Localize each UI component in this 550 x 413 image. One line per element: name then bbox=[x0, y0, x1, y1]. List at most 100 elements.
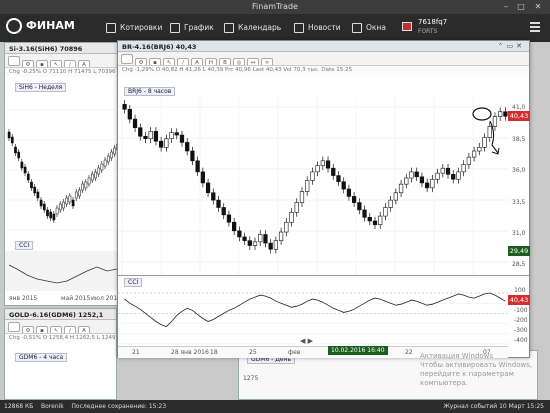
minimize-icon[interactable]: – bbox=[500, 1, 512, 12]
candle bbox=[372, 216, 378, 229]
si-candle bbox=[84, 179, 88, 191]
nav-quotes-label: Котировки bbox=[120, 23, 163, 32]
indicators-icon[interactable]: ▪ bbox=[36, 60, 48, 67]
pane-divider[interactable] bbox=[118, 275, 531, 276]
drawing-icon[interactable]: / bbox=[177, 58, 189, 65]
account-id: 7618fq7 bbox=[418, 18, 448, 26]
settings-icon[interactable]: ⚙ bbox=[135, 58, 147, 65]
new-chart-icon[interactable] bbox=[8, 56, 20, 66]
compare-icon[interactable]: B bbox=[219, 58, 231, 65]
candle bbox=[378, 211, 383, 229]
nav-quotes[interactable]: Котировки bbox=[106, 14, 162, 42]
si-cci-chart bbox=[5, 251, 121, 291]
si-candle bbox=[110, 149, 113, 161]
chart-icon bbox=[170, 23, 180, 33]
candle bbox=[148, 127, 153, 144]
text-icon[interactable]: A bbox=[78, 326, 90, 333]
candle bbox=[200, 167, 205, 188]
link-icon[interactable]: ∞ bbox=[261, 58, 273, 65]
watermark-line-2: Чтобы активировать Windows, перейдите к … bbox=[420, 361, 533, 387]
si-x-label-1: май 2015 bbox=[61, 295, 91, 302]
si-candle bbox=[55, 205, 59, 217]
event-log-and-time[interactable]: Журнал событий 10 Март 15:25 bbox=[443, 400, 544, 413]
nav-calendar[interactable]: Календарь bbox=[224, 14, 281, 42]
cursor-icon[interactable]: ↖ bbox=[50, 326, 62, 333]
drawing-icon[interactable]: / bbox=[64, 60, 76, 67]
cursor-icon[interactable]: ↖ bbox=[163, 58, 175, 65]
candle bbox=[461, 160, 466, 177]
si-candle bbox=[90, 171, 94, 183]
si-candle bbox=[17, 149, 21, 161]
si-panel-title: Si-3.16(SiH6) 70896 bbox=[5, 43, 121, 54]
gold-series-tag[interactable]: GDM6 - 4 часа bbox=[15, 353, 68, 362]
si-series-tag[interactable]: SiH6 - Неделя bbox=[15, 83, 67, 92]
candle bbox=[247, 236, 252, 250]
nav-calendar-label: Календарь bbox=[238, 23, 282, 32]
account-selector[interactable]: 7618fq7 FORTS bbox=[418, 18, 447, 36]
date-axis-label: 28 янв 2016 bbox=[171, 349, 209, 356]
nav-windows[interactable]: Окна bbox=[352, 14, 386, 42]
si-candle bbox=[87, 175, 91, 187]
target-icon[interactable]: ◎ bbox=[233, 58, 245, 65]
brent-series-tag[interactable]: BRJ6 - 8 часов bbox=[124, 87, 176, 96]
candle bbox=[221, 203, 226, 220]
indicators-icon[interactable]: ▪ bbox=[149, 58, 161, 65]
cursor-icon[interactable]: ↖ bbox=[50, 60, 62, 67]
candle bbox=[430, 174, 435, 193]
nav-chart[interactable]: График bbox=[170, 14, 214, 42]
finam-logo: ФИНАМ bbox=[6, 18, 96, 38]
si-candle bbox=[42, 201, 46, 213]
candle bbox=[278, 227, 284, 245]
window-controls[interactable]: ⌃▭✕ bbox=[498, 42, 525, 50]
candle bbox=[179, 130, 185, 147]
crosshair-date-label: 10.02.2016 16:40 bbox=[328, 346, 388, 355]
candle bbox=[216, 195, 221, 212]
maximize-icon[interactable]: □ bbox=[515, 1, 527, 12]
cci-indicator-tag[interactable]: CCI bbox=[124, 278, 143, 287]
template-icon[interactable]: H bbox=[205, 58, 217, 65]
candle bbox=[341, 177, 346, 194]
candle bbox=[404, 173, 409, 189]
briefcase-icon bbox=[402, 22, 412, 31]
date-axis-label: 18 bbox=[210, 349, 218, 356]
zoom-fit-icon[interactable]: ↔ bbox=[247, 58, 259, 65]
news-icon bbox=[294, 23, 304, 33]
candle bbox=[263, 230, 268, 248]
settings-icon[interactable]: ⚙ bbox=[22, 60, 34, 67]
hamburger-menu-icon[interactable] bbox=[530, 22, 540, 32]
si-candle bbox=[100, 161, 104, 173]
candle bbox=[388, 195, 393, 212]
cci-axis-4: -300 bbox=[514, 327, 528, 334]
candle bbox=[503, 107, 508, 121]
drawing-icon[interactable]: / bbox=[64, 326, 76, 333]
settings-icon[interactable]: ⚙ bbox=[22, 326, 34, 333]
si-chart-panel: Si-3.16(SiH6) 70896 ⚙ ▪ ↖ / A Chg -0,25% O 7… bbox=[4, 42, 122, 306]
si-candle bbox=[20, 159, 24, 171]
new-chart-icon[interactable] bbox=[8, 322, 20, 332]
top-navigation: ФИНАМ Котировки График Календарь Новости… bbox=[0, 14, 550, 42]
candle bbox=[451, 170, 456, 184]
indicators-icon[interactable]: ▪ bbox=[36, 326, 48, 333]
candle bbox=[252, 237, 258, 250]
si-candle bbox=[30, 179, 33, 191]
candle bbox=[158, 136, 164, 152]
text-icon[interactable]: A bbox=[191, 58, 203, 65]
candle bbox=[132, 114, 138, 132]
brent-chart-window: BR-4.16(BRJ6) 40,43 ⌃▭✕ ⚙ ▪ ↖ / A H B ◎ ↔ ∞ Chg -… bbox=[117, 40, 531, 358]
si-candle bbox=[23, 164, 27, 176]
window-titlebar: FinamTrade – □ ✕ bbox=[0, 0, 550, 14]
text-icon[interactable]: A bbox=[78, 60, 90, 67]
cci-axis-0: 100 bbox=[514, 287, 526, 294]
si-indicator-tag[interactable]: CCI bbox=[15, 241, 34, 250]
gdm-price-label: 1275 bbox=[243, 375, 259, 382]
cci-axis-5: -400 bbox=[514, 337, 528, 344]
scroll-arrows-icon[interactable]: ◀ ▶ bbox=[300, 337, 313, 345]
si-candle bbox=[7, 129, 11, 141]
cci-chart bbox=[118, 292, 508, 345]
si-candle bbox=[49, 209, 53, 221]
low-price-tag: 29,49 bbox=[508, 246, 530, 256]
nav-news[interactable]: Новости bbox=[294, 14, 341, 42]
close-icon[interactable]: ✕ bbox=[532, 1, 544, 12]
si-x-label-0: янв 2015 bbox=[9, 295, 38, 302]
new-chart-icon[interactable] bbox=[121, 54, 133, 64]
